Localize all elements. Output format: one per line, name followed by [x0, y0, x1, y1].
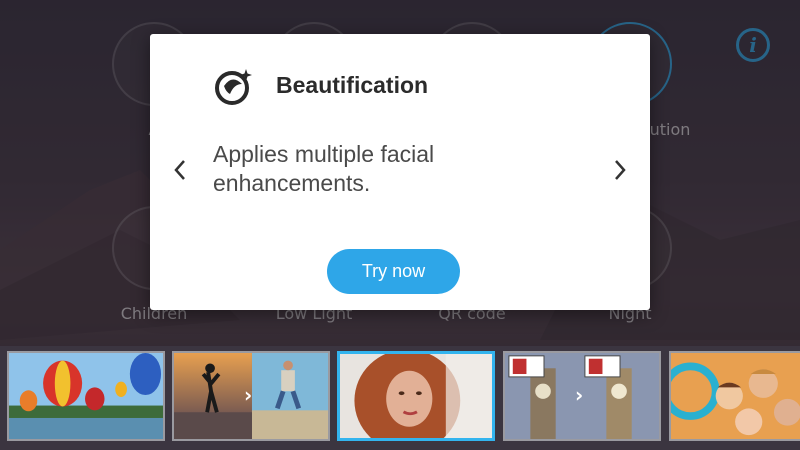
next-button[interactable]: [608, 158, 632, 186]
chevron-right-icon: ›: [244, 383, 253, 407]
portrait-image: [340, 354, 492, 438]
thumbnail-hot-air-balloons[interactable]: [7, 351, 165, 441]
balloons-image: [9, 353, 163, 439]
thumbnail-big-ben[interactable]: ›: [503, 351, 661, 441]
filmstrip: › ›: [0, 346, 800, 450]
thumbnail-jumping-people[interactable]: ›: [172, 351, 330, 441]
children-image: [671, 353, 800, 439]
chevron-left-icon: [174, 160, 185, 180]
previous-button[interactable]: [168, 158, 192, 186]
beautification-icon: [215, 69, 252, 105]
chevron-right-icon: [615, 160, 626, 180]
try-now-button[interactable]: Try now: [327, 249, 460, 294]
thumbnail-children-group[interactable]: [669, 351, 800, 441]
chevron-right-icon: ›: [575, 383, 584, 407]
mode-info-dialog: Beautification Applies multiple facial e…: [150, 34, 650, 310]
thumbnail-portrait-woman[interactable]: [337, 351, 495, 441]
dialog-description: Applies multiple facial enhancements.: [213, 141, 435, 196]
dialog-title: Beautification: [276, 72, 429, 98]
